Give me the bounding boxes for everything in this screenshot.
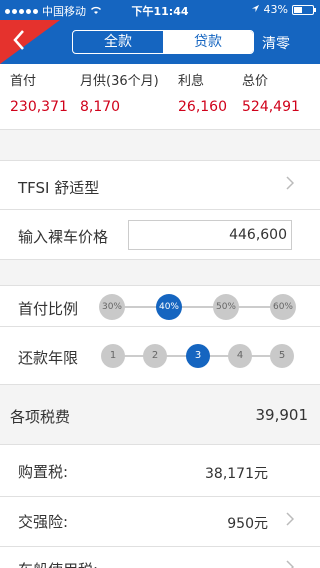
down-payment-option[interactable]: 30% [99,294,125,320]
down-payment-label: 首付比例 [18,300,79,318]
loan-term-option[interactable]: 4 [228,344,252,368]
tax-label: 购置税: [18,463,69,481]
model-label: TFSI 舒适型 [18,179,100,197]
payment-segmented-control: 全款 贷款 [72,30,254,54]
summary-value: 524,491 [242,99,300,115]
down-payment-row: 首付比例 30% 40% 50% 60% [0,285,320,327]
clear-button[interactable]: 清零 [262,33,290,53]
summary-value: 8,170 [80,99,121,115]
price-row: 输入裸车价格 [0,210,320,260]
location-arrow-icon [251,3,260,16]
summary-down-payment: 首付 230,371 [10,70,68,115]
tab-full-payment[interactable]: 全款 [73,31,163,53]
summary-value: 26,160 [178,99,227,115]
battery-percent: 43% [263,3,288,16]
summary-interest: 利息 26,160 [178,70,227,115]
loan-term-option-selected[interactable]: 3 [186,344,210,368]
tab-loan[interactable]: 贷款 [163,31,253,53]
car-price-input[interactable] [128,220,292,250]
tax-label: 交强险: [18,513,69,531]
fees-header: 各项税费 39,901 [0,385,320,445]
loan-term-option[interactable]: 5 [270,344,294,368]
battery-icon [292,4,316,15]
back-button[interactable] [12,28,36,56]
down-payment-slider[interactable]: 30% 40% 50% 60% [99,294,296,320]
summary-total-price: 总价 524,491 [242,70,300,115]
summary-label: 月供(36个月) [80,74,159,89]
summary-label: 首付 [10,74,37,89]
slider-track [109,306,286,308]
model-row[interactable]: TFSI 舒适型 [0,160,320,210]
vehicle-tax-row[interactable]: 车船使用税: [0,547,320,568]
chevron-right-icon [286,174,295,195]
summary-label: 利息 [178,74,205,89]
nav-bar: 中国移动 下午11:44 43% 全款 贷款 清零 [0,0,320,64]
loan-term-label: 还款年限 [18,349,79,367]
purchase-tax-row: 购置税: 38,171元 [0,445,320,497]
tax-amount: 38,171元 [205,466,268,482]
loan-term-option[interactable]: 2 [143,344,167,368]
down-payment-option[interactable]: 60% [270,294,296,320]
tax-amount: 950元 [227,516,268,532]
down-payment-option[interactable]: 50% [213,294,239,320]
loan-term-option[interactable]: 1 [101,344,125,368]
chevron-right-icon [286,558,295,568]
compulsory-insurance-row[interactable]: 交强险: 950元 [0,497,320,547]
chevron-right-icon [286,510,295,531]
chevron-left-icon [13,30,24,50]
summary-panel: 首付 230,371 月供(36个月) 8,170 利息 26,160 总价 5… [0,64,320,130]
summary-monthly-payment: 月供(36个月) 8,170 [80,70,159,115]
summary-value: 230,371 [10,99,68,115]
status-bar: 中国移动 下午11:44 43% [0,0,320,20]
summary-label: 总价 [242,74,269,89]
down-payment-option-selected[interactable]: 40% [156,294,182,320]
fees-label: 各项税费 [10,408,71,426]
loan-term-row: 还款年限 1 2 3 4 5 [0,327,320,385]
tax-label: 车船使用税: [18,559,98,568]
loan-term-slider[interactable]: 1 2 3 4 5 [100,343,296,369]
price-label: 输入裸车价格 [18,228,109,246]
fees-total: 39,901 [255,406,309,424]
